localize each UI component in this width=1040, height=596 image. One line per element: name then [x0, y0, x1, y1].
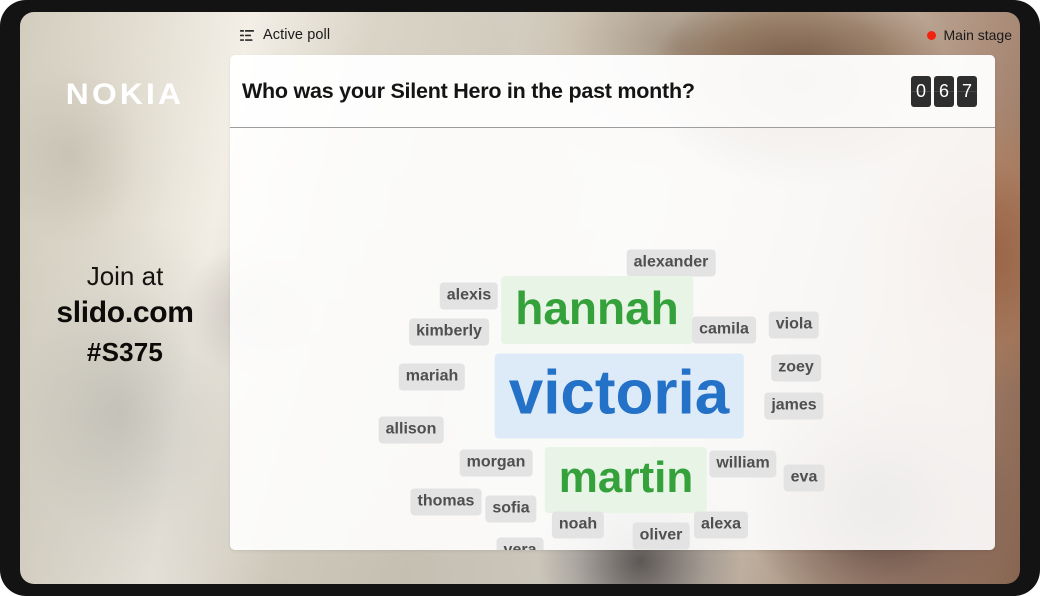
word-cloud-item: mariah: [398, 363, 466, 391]
word-cloud-item: zoey: [771, 354, 821, 382]
active-poll-indicator: Active poll: [240, 27, 330, 43]
word-cloud-item: camila: [692, 316, 756, 344]
active-poll-label: Active poll: [263, 27, 331, 43]
word-cloud-item: eva: [783, 464, 825, 492]
word-cloud-item: alexander: [626, 249, 716, 277]
stage-indicator: Main stage: [926, 27, 1012, 43]
live-dot-icon: [926, 30, 936, 40]
word-cloud-item: alexis: [439, 282, 499, 310]
join-instructions: Join at slido.com #S375: [20, 262, 230, 368]
word-cloud-item: kimberly: [409, 318, 489, 346]
word-cloud-item: viola: [768, 311, 820, 339]
word-cloud-item: martin: [544, 447, 708, 513]
counter-digit-0: 0: [911, 75, 931, 107]
counter-digit-1: 6: [934, 75, 954, 107]
join-url: slido.com: [56, 295, 194, 329]
response-counter: 067: [911, 75, 977, 107]
top-bar: Active poll Main stage: [240, 24, 1012, 46]
word-cloud-item: william: [709, 450, 777, 478]
poll-question: Who was your Silent Hero in the past mon…: [242, 78, 695, 103]
word-cloud-item: james: [764, 392, 824, 420]
counter-digit-2: 7: [957, 75, 977, 107]
word-cloud: alexander alexis hannah kimberly camila viola…: [230, 128, 995, 550]
word-cloud-item: noah: [551, 511, 605, 539]
poll-card-header: Who was your Silent Hero in the past mon…: [230, 55, 995, 128]
word-cloud-item: victoria: [494, 353, 744, 439]
stage-label: Main stage: [943, 27, 1012, 43]
presentation-screen: Active poll Main stage NOKIA Join at sli…: [0, 0, 1040, 596]
poll-card: Who was your Silent Hero in the past mon…: [230, 55, 995, 550]
word-cloud-item: vera: [496, 537, 544, 550]
join-at-label: Join at: [86, 261, 164, 291]
word-cloud-item: allison: [378, 416, 444, 444]
word-cloud-item: sofia: [485, 495, 537, 523]
word-cloud-item: oliver: [632, 522, 690, 550]
word-cloud-item: alexa: [693, 511, 749, 539]
poll-list-icon: [240, 29, 254, 41]
word-cloud-item: thomas: [410, 488, 482, 516]
join-code: #S375: [86, 336, 164, 367]
word-cloud-item: morgan: [459, 449, 533, 477]
word-cloud-item: hannah: [501, 276, 693, 344]
